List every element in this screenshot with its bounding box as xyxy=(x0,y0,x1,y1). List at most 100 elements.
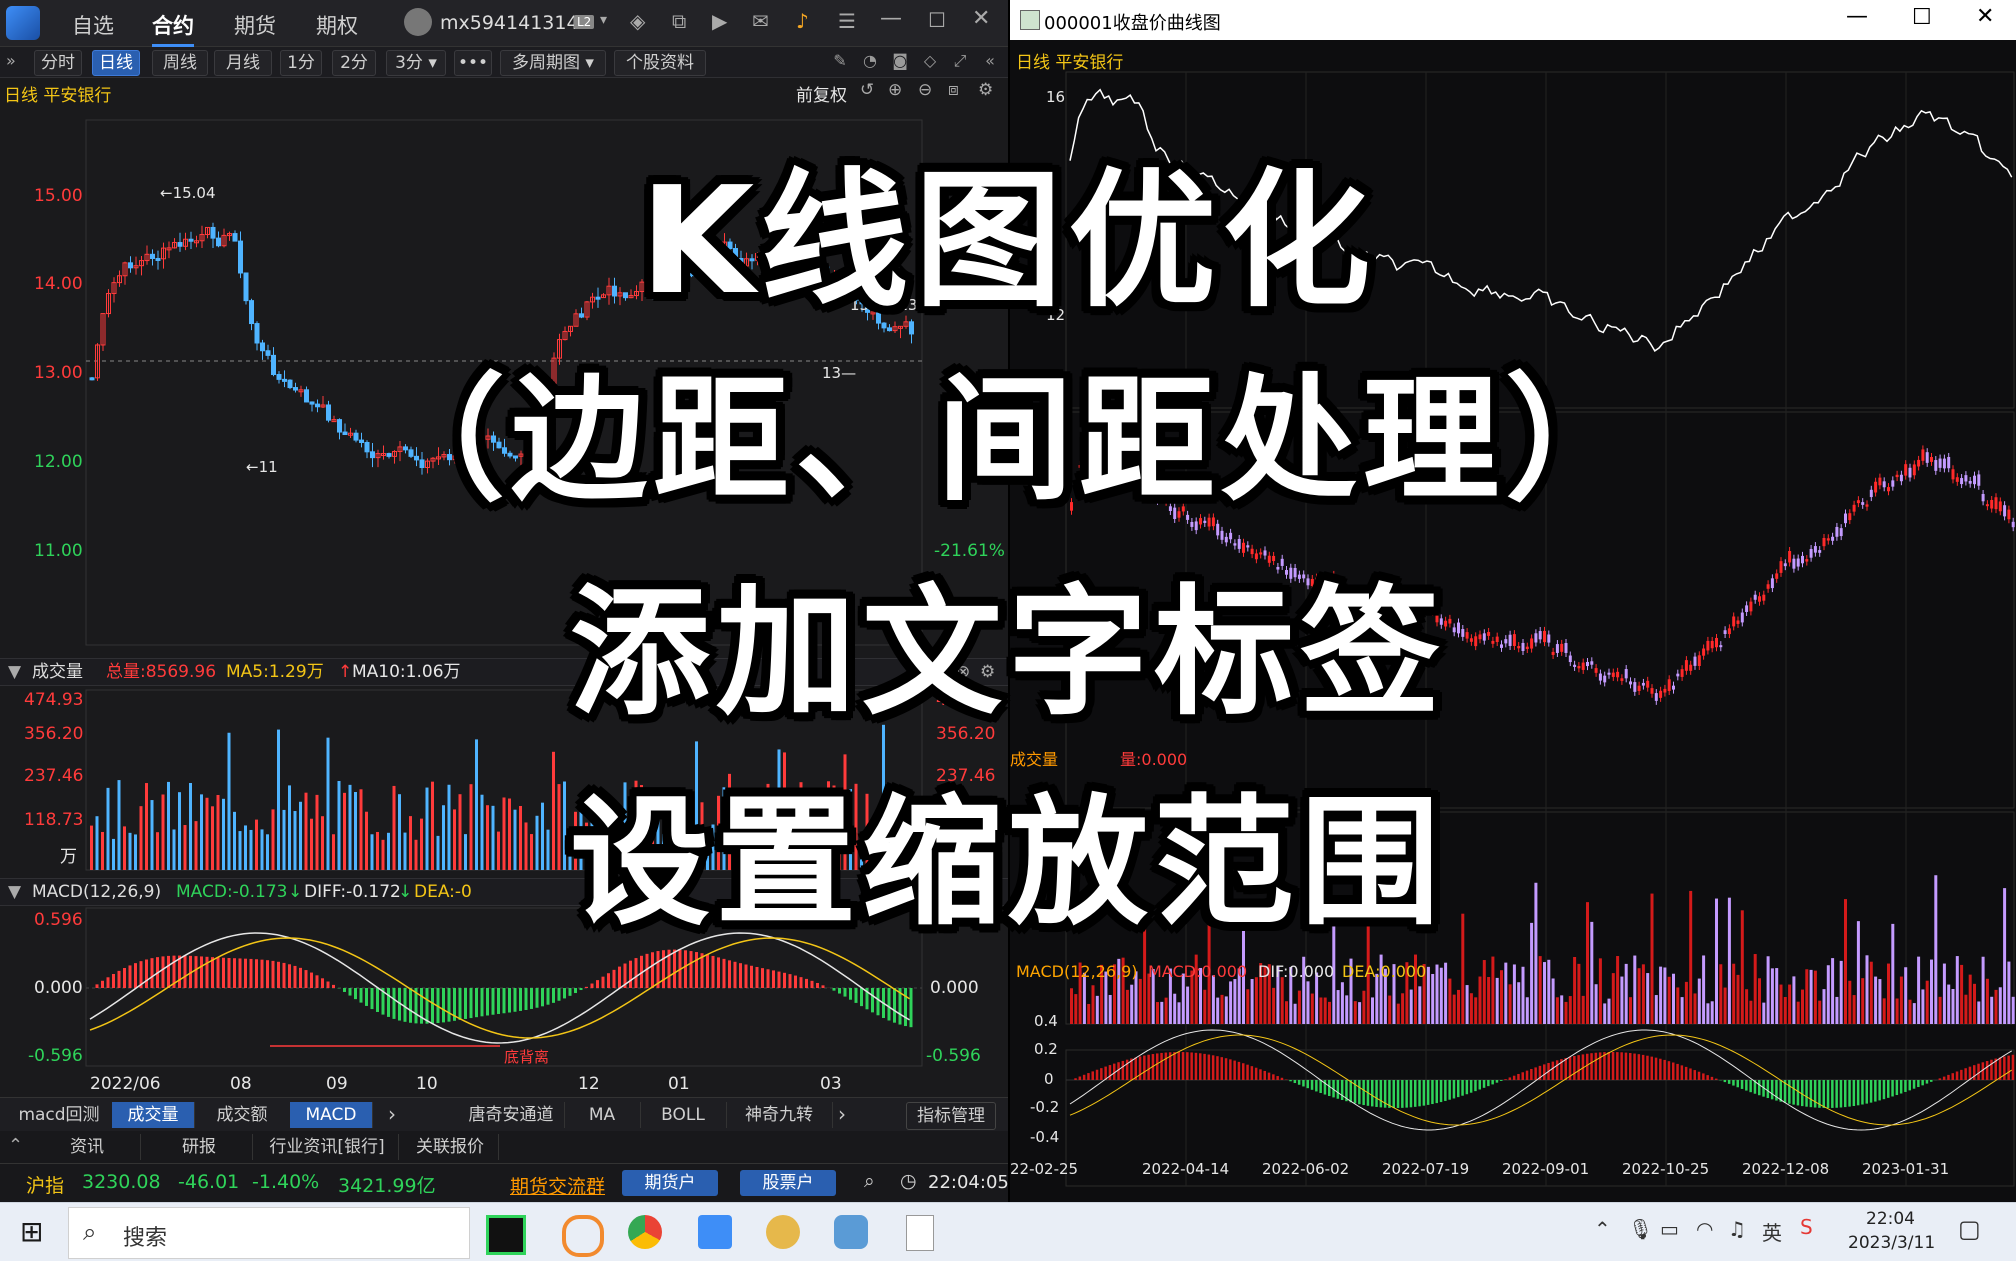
maximize-icon[interactable]: ☐ xyxy=(1912,5,1932,30)
indicator-tab-donchian[interactable]: 唐奇安通道 xyxy=(458,1102,565,1128)
ime-indicator[interactable]: 英 xyxy=(1762,1217,1782,1246)
period-button-daily[interactable]: 日线 xyxy=(92,50,140,76)
undo-icon[interactable]: ↺ xyxy=(860,80,874,100)
nav-tab-futures[interactable]: 期货 xyxy=(234,10,276,40)
layout-icon[interactable]: ⧈ xyxy=(948,80,959,100)
nav-tab-watchlist[interactable]: 自选 xyxy=(72,10,114,40)
period-button-weekly[interactable]: 周线 xyxy=(152,50,208,76)
right-candle-body xyxy=(1706,641,1709,651)
index-name[interactable]: 沪指 xyxy=(26,1171,64,1198)
info-tab-news[interactable]: 资讯 xyxy=(34,1134,141,1160)
indicator-tab-macd-backtest[interactable]: macd回测 xyxy=(6,1102,113,1128)
zoom-out-icon[interactable]: ⊖ xyxy=(918,80,932,100)
stock-profile-button[interactable]: 个股资料 xyxy=(614,50,706,76)
pycharm-icon[interactable] xyxy=(478,1207,528,1257)
indicator-tab-boll[interactable]: BOLL xyxy=(640,1102,727,1128)
fullscreen-icon[interactable]: ⤢ xyxy=(950,51,970,71)
pen-icon[interactable]: ✎ xyxy=(830,51,850,71)
username[interactable]: mx594141314 xyxy=(440,12,579,34)
volume-bar xyxy=(541,803,544,870)
stock-account-button[interactable]: 股票户 xyxy=(740,1170,836,1196)
maximize-icon[interactable]: ☐ xyxy=(928,8,946,32)
notification-icon[interactable]: ▢ xyxy=(1958,1215,1981,1243)
alarm-icon[interactable]: ◔ xyxy=(860,51,880,71)
info-tab-industry-news[interactable]: 行业资讯[银行] xyxy=(256,1134,399,1160)
period-button-2min[interactable]: 2分 xyxy=(332,50,376,76)
futures-account-button[interactable]: 期货户 xyxy=(622,1170,718,1196)
double-chevron-right-icon[interactable]: » xyxy=(6,51,16,70)
volume-bar xyxy=(662,834,665,870)
wifi-icon[interactable]: ◠ xyxy=(1696,1217,1713,1241)
nav-tab-options[interactable]: 期权 xyxy=(316,10,358,40)
close-icon[interactable]: ✕ xyxy=(1976,4,1994,29)
promo-link[interactable]: 期货交流群 xyxy=(510,1172,605,1199)
mail-icon[interactable]: ✉ xyxy=(752,9,769,33)
right-volume-bar xyxy=(1319,997,1322,1024)
avatar[interactable] xyxy=(404,8,432,36)
info-tab-related-quotes[interactable]: 关联报价 xyxy=(402,1134,499,1160)
chevron-right-icon[interactable]: › xyxy=(388,1102,396,1126)
video-icon[interactable]: ▶ xyxy=(712,9,727,33)
right-charts[interactable]: 16 12 xyxy=(1010,70,2016,1190)
bell-icon[interactable]: ♪ xyxy=(796,9,809,33)
macd-bar xyxy=(838,988,841,994)
period-button-monthly[interactable]: 月线 xyxy=(214,50,272,76)
windows-start-icon[interactable]: ⊞ xyxy=(20,1215,43,1248)
period-button-3min[interactable]: 3分 ▾ xyxy=(386,50,446,76)
python-app-icon[interactable] xyxy=(826,1207,876,1257)
indicator-tab-volume[interactable]: 成交量 xyxy=(112,1102,195,1128)
indicator-tab-ma[interactable]: MA xyxy=(564,1102,641,1128)
settings-icon[interactable]: ⚙ xyxy=(978,80,993,100)
zoom-in-icon[interactable]: ⊕ xyxy=(888,80,902,100)
battery-icon[interactable]: ▭ xyxy=(1660,1217,1679,1241)
camera-icon[interactable]: ◙ xyxy=(890,51,910,71)
period-button-intraday[interactable]: 分时 xyxy=(34,50,82,76)
indicator-tab-macd[interactable]: MACD xyxy=(290,1102,373,1128)
candle-body xyxy=(90,378,94,380)
eraser-icon[interactable]: ◇ xyxy=(920,51,940,71)
chevron-up-icon[interactable]: ⌃ xyxy=(1594,1217,1611,1241)
indicator-manage-button[interactable]: 指标管理 xyxy=(906,1102,996,1130)
app-orange-icon[interactable] xyxy=(554,1207,604,1257)
menu-icon[interactable]: ☰ xyxy=(838,9,856,33)
volume-chart-area[interactable]: 474.93 356.20 237.46 118.73 万 474.93 356… xyxy=(0,686,1008,882)
collapse-icon[interactable]: ▼ xyxy=(8,879,21,905)
adjust-mode-button[interactable]: 前复权 xyxy=(796,81,847,106)
search-icon[interactable]: ⌕ xyxy=(864,1170,875,1192)
close-panel-icon[interactable]: ⊗ xyxy=(956,659,970,685)
minimize-icon[interactable]: — xyxy=(1846,4,1868,29)
double-chevron-left-icon[interactable]: « xyxy=(980,51,1000,71)
right-volume-bar xyxy=(1840,961,1843,1024)
collapse-icon[interactable]: ▼ xyxy=(8,659,21,685)
nav-tab-contract[interactable]: 合约 xyxy=(152,10,194,47)
chrome-icon[interactable] xyxy=(620,1207,670,1257)
close-icon[interactable]: ✕ xyxy=(972,6,990,31)
window-icon[interactable]: ⧉ xyxy=(672,9,686,33)
expand-up-icon[interactable]: ⌃ xyxy=(8,1135,23,1156)
sogou-icon[interactable]: S xyxy=(1800,1215,1813,1239)
right-volume-bar xyxy=(1655,995,1658,1024)
volume-icon[interactable]: ♫ xyxy=(1728,1217,1746,1241)
panel-settings-icon[interactable]: ⚙ xyxy=(980,659,995,685)
taskbar-date[interactable]: 2023/3/11 xyxy=(1848,1233,1935,1253)
paint-icon[interactable] xyxy=(758,1207,808,1257)
indicator-tab-td9[interactable]: 神奇九转 xyxy=(726,1102,833,1128)
chevron-right-icon[interactable]: › xyxy=(838,1102,846,1126)
info-tab-research[interactable]: 研报 xyxy=(146,1134,253,1160)
microphone-icon[interactable]: 🎙 xyxy=(1628,1217,1653,1241)
minimize-icon[interactable]: — xyxy=(880,6,902,31)
right-volume-bar xyxy=(1973,984,1976,1024)
period-button-1min[interactable]: 1分 xyxy=(280,50,322,76)
notepad-icon[interactable] xyxy=(894,1207,944,1257)
taskbar-time[interactable]: 22:04 xyxy=(1866,1209,1915,1229)
chevron-down-icon[interactable]: ▾ xyxy=(600,12,607,28)
layers-icon[interactable]: ◈ xyxy=(630,9,645,33)
macd-chart-area[interactable]: 0.596 0.000 -0.596 0.000 -0.596 底背离 xyxy=(0,906,1008,1076)
more-periods-button[interactable]: ••• xyxy=(454,50,492,76)
stock-app-icon[interactable] xyxy=(690,1207,740,1257)
indicator-tab-turnover[interactable]: 成交额 xyxy=(194,1102,291,1128)
multi-period-button[interactable]: 多周期图 ▾ xyxy=(500,50,606,76)
right-candle-body xyxy=(1212,517,1215,526)
taskbar-search-box[interactable]: ⌕ 搜索 xyxy=(68,1207,470,1259)
kline-chart-area[interactable]: 15.00 14.00 13.00 12.00 11.00 13.23% -21… xyxy=(0,106,1008,652)
